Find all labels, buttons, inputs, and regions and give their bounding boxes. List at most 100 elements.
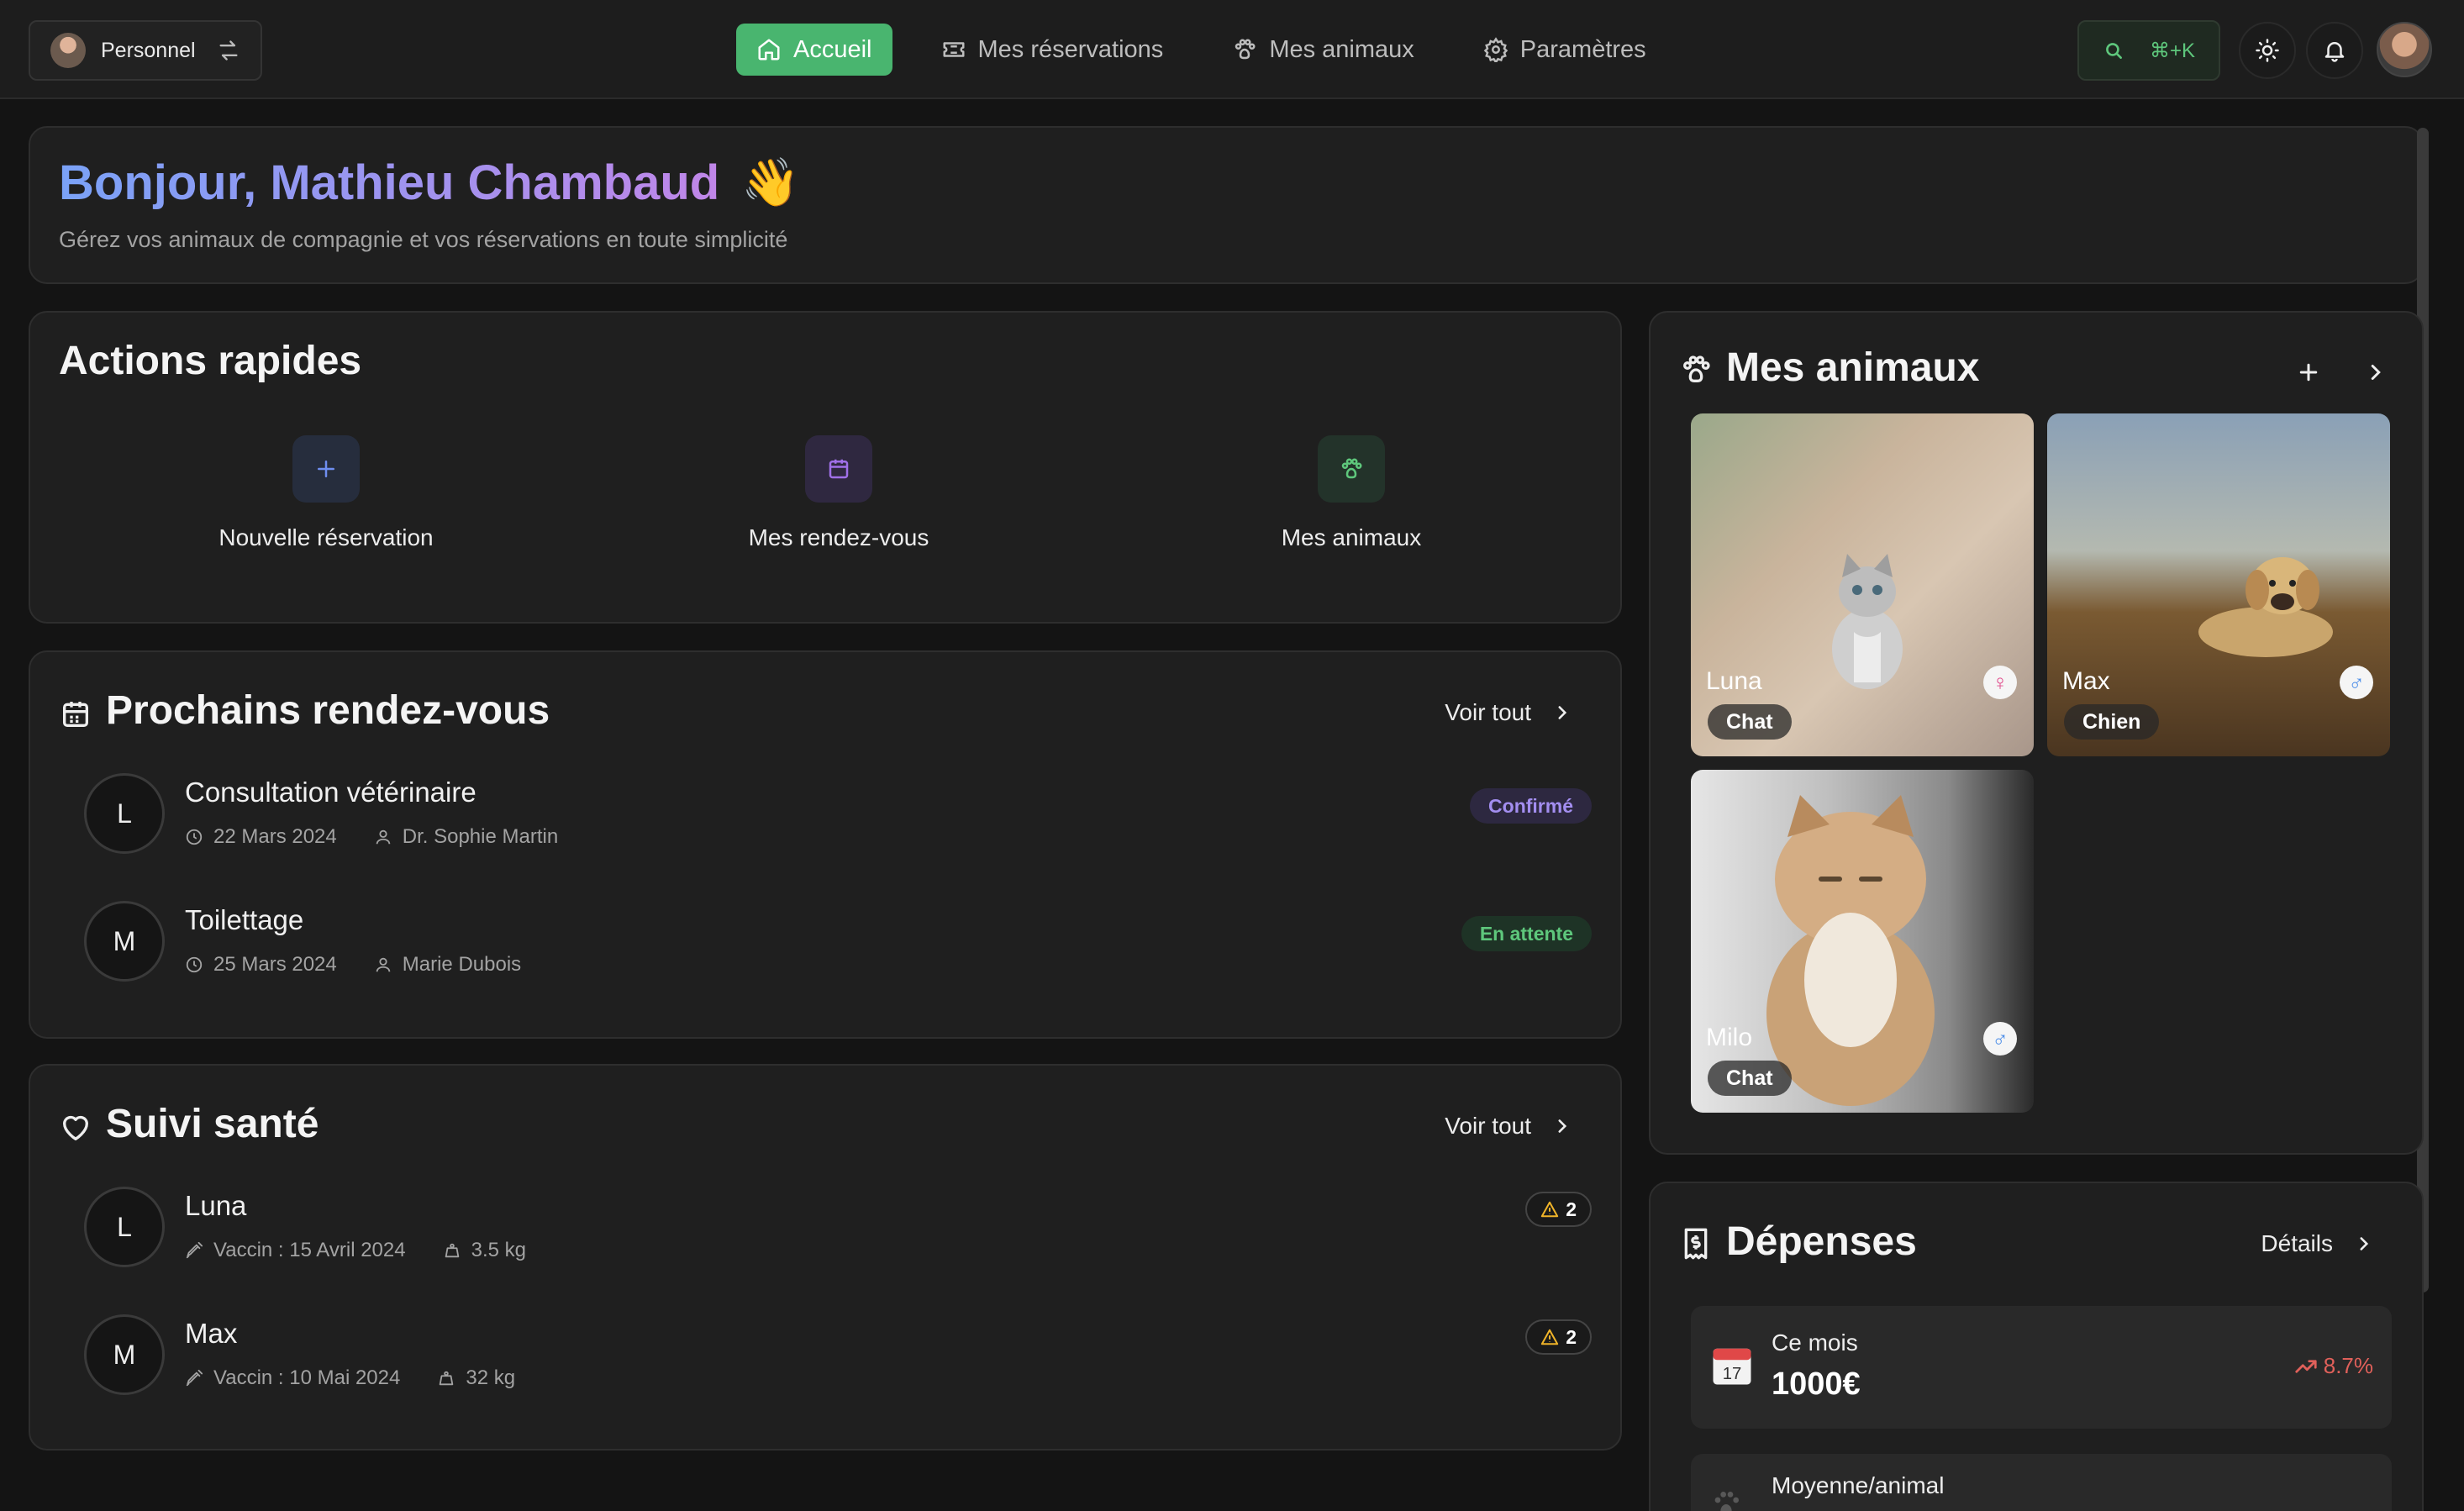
quick-action-pets[interactable]: Mes animaux xyxy=(1175,435,1528,551)
pet-name: Max xyxy=(2062,667,2110,695)
appointment-date: 25 Mars 2024 xyxy=(213,953,337,976)
user-icon xyxy=(376,957,391,972)
health-title: Suivi santé xyxy=(106,1102,319,1146)
nav-reservations-label: Mes réservations xyxy=(977,35,1164,63)
appointment-meta: 22 Mars 2024 Dr. Sophie Martin xyxy=(185,825,558,849)
month-label: Ce mois xyxy=(1772,1329,1858,1356)
search-shortcut: ⌘+K xyxy=(2149,39,2196,62)
pet-card-milo[interactable]: Milo ♂ Chat xyxy=(1691,770,2034,1113)
wave-emoji: 👋 xyxy=(741,155,800,208)
appointment-row[interactable]: M Toilettage 25 Mars 2024 Marie Dubois E… xyxy=(84,901,1597,985)
nav-parametres[interactable]: Paramètres xyxy=(1463,24,1666,76)
pet-name: Luna xyxy=(1706,667,1762,695)
see-all-label: Voir tout xyxy=(1445,1113,1531,1139)
male-icon: ♂ xyxy=(1983,1022,2017,1056)
pet-type-badge: Chien xyxy=(2064,704,2160,740)
trend-up-icon xyxy=(2295,1359,2317,1373)
theme-toggle-button[interactable] xyxy=(2239,22,2296,79)
health-row[interactable]: M Max Vaccin : 10 Mai 2024 32 kg 2 xyxy=(84,1314,1597,1398)
add-pet-button[interactable] xyxy=(2296,360,2321,385)
quick-action-label: Mes rendez-vous xyxy=(748,524,929,550)
nav-accueil[interactable]: Accueil xyxy=(736,24,892,76)
warning-icon xyxy=(1541,1201,1559,1218)
paw-icon xyxy=(1235,39,1256,60)
pet-type-badge: Chat xyxy=(1708,704,1792,740)
average-label: Moyenne/animal xyxy=(1772,1472,1945,1498)
pet-initial-avatar: M xyxy=(84,901,165,982)
greeting-title: Bonjour, Mathieu Chambaud xyxy=(59,155,720,210)
pet-card-luna[interactable]: Luna ♀ Chat xyxy=(1691,413,2034,756)
expenses-details-link[interactable]: Détails xyxy=(2261,1230,2375,1257)
chevron-right-icon xyxy=(1558,1119,1567,1133)
pet-name: Luna xyxy=(185,1190,247,1221)
pets-title: Mes animaux xyxy=(1726,345,1980,390)
nav-animaux[interactable]: Mes animaux xyxy=(1212,24,1434,76)
main-menu: Accueil Mes réservations Mes animaux Par… xyxy=(736,24,1666,76)
appointment-date: 22 Mars 2024 xyxy=(213,825,337,848)
paw-icon xyxy=(1683,355,1710,383)
nav-animaux-label: Mes animaux xyxy=(1269,35,1414,63)
greeting-card: Bonjour, Mathieu Chambaud 👋 Gérez vos an… xyxy=(29,126,2424,284)
paw-icon xyxy=(1318,435,1385,503)
see-all-label: Voir tout xyxy=(1445,699,1531,725)
cat-photo xyxy=(1766,795,1935,1106)
bell-icon xyxy=(2324,42,2345,62)
status-badge: Confirmé xyxy=(1470,788,1592,824)
heart-icon xyxy=(63,1115,89,1140)
svg-text:17: 17 xyxy=(1723,1365,1742,1383)
nav-reservations[interactable]: Mes réservations xyxy=(921,24,1184,76)
month-trend-value: 8.7% xyxy=(2323,1353,2373,1378)
health-see-all[interactable]: Voir tout xyxy=(1445,1113,1573,1140)
appointments-card: Prochains rendez-vous Voir tout L Consul… xyxy=(29,650,1622,1039)
warning-icon xyxy=(1541,1329,1559,1345)
calendar-icon xyxy=(805,435,872,503)
pet-initial-avatar: M xyxy=(84,1314,165,1395)
quick-action-label: Nouvelle réservation xyxy=(218,524,434,550)
clock-icon xyxy=(186,956,203,973)
quick-action-new-reservation[interactable]: Nouvelle réservation xyxy=(150,435,503,551)
top-nav: Personnel Accueil Mes réservations Mes a… xyxy=(0,0,2464,99)
syringe-icon xyxy=(186,1369,203,1387)
vaccine-date: Vaccin : 15 Avril 2024 xyxy=(213,1239,406,1261)
chevron-right-icon xyxy=(2360,1237,2369,1250)
alert-count: 2 xyxy=(1566,1198,1577,1220)
account-switcher[interactable]: Personnel xyxy=(29,20,262,81)
nav-accueil-label: Accueil xyxy=(793,35,872,63)
pet-card-max[interactable]: Max ♂ Chien xyxy=(2047,413,2390,756)
quick-action-label: Mes animaux xyxy=(1281,524,1422,550)
appointment-meta: 25 Mars 2024 Marie Dubois xyxy=(185,953,521,977)
expenses-card: Dépenses Détails 17 Ce mois 1000€ 8.7% M… xyxy=(1649,1182,2424,1511)
quick-action-appointments[interactable]: Mes rendez-vous xyxy=(662,435,1015,551)
expenses-title: Dépenses xyxy=(1726,1219,1917,1264)
account-label: Personnel xyxy=(101,38,196,62)
calendar-icon xyxy=(63,702,88,727)
user-avatar[interactable] xyxy=(2377,22,2432,77)
search-button[interactable]: ⌘+K xyxy=(2077,20,2220,81)
chevron-right-icon[interactable] xyxy=(2363,360,2388,385)
appointment-row[interactable]: L Consultation vétérinaire 22 Mars 2024 … xyxy=(84,773,1597,857)
status-badge: En attente xyxy=(1461,916,1592,951)
paw-icon xyxy=(1714,1492,1739,1511)
appointments-title: Prochains rendez-vous xyxy=(106,688,550,733)
quick-actions-title: Actions rapides xyxy=(59,339,362,383)
pet-initial-avatar: L xyxy=(84,773,165,854)
expense-month-stat: 17 Ce mois 1000€ 8.7% xyxy=(1691,1306,2392,1429)
sun-icon xyxy=(2256,39,2279,62)
greeting-subtitle: Gérez vos animaux de compagnie et vos ré… xyxy=(59,227,788,252)
appointment-title: Toilettage xyxy=(185,904,304,935)
pet-weight: 32 kg xyxy=(466,1366,516,1389)
gear-icon xyxy=(1483,37,1508,62)
health-meta: Vaccin : 15 Avril 2024 3.5 kg xyxy=(185,1239,526,1262)
pet-weight: 3.5 kg xyxy=(471,1239,526,1261)
account-avatar xyxy=(50,33,86,68)
appointments-see-all[interactable]: Voir tout xyxy=(1445,699,1573,726)
cat-photo xyxy=(1832,554,1903,689)
chevron-right-icon xyxy=(1558,706,1567,719)
appointment-title: Consultation vétérinaire xyxy=(185,777,476,808)
pet-type-badge: Chat xyxy=(1708,1061,1792,1096)
details-label: Détails xyxy=(2261,1230,2333,1256)
health-row[interactable]: L Luna Vaccin : 15 Avril 2024 3.5 kg 2 xyxy=(84,1187,1597,1271)
nav-parametres-label: Paramètres xyxy=(1519,35,1646,63)
notifications-button[interactable] xyxy=(2306,22,2363,79)
pet-name: Max xyxy=(185,1318,238,1349)
